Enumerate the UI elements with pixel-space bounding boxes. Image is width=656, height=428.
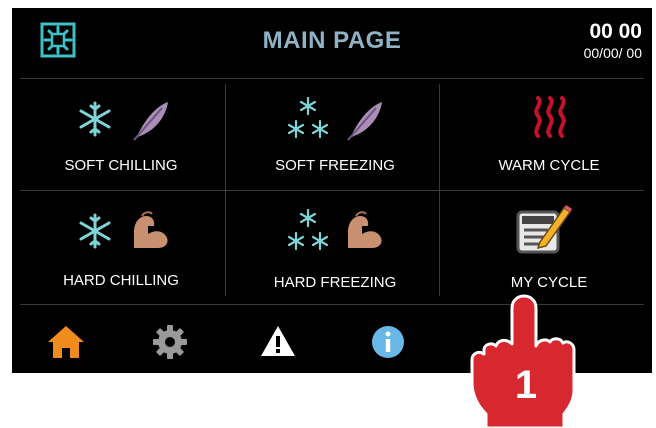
feather-icon [347, 102, 382, 141]
snowflake-icon [79, 213, 111, 249]
my-cycle-button[interactable]: MY CYCLE [444, 192, 654, 302]
feather-icon [133, 102, 168, 141]
clock-time: 00 00 [589, 20, 642, 43]
page-title: MAIN PAGE [262, 27, 402, 54]
warm-cycle-label: WARM CYCLE [498, 157, 600, 174]
alarms-button[interactable] [258, 322, 306, 362]
triple-snowflake-icon [287, 96, 329, 139]
settings-button[interactable] [150, 322, 198, 362]
soft-freezing-label: SOFT FREEZING [275, 157, 395, 174]
home-icon [48, 326, 84, 358]
clock-date: 00/00/ 00 [583, 45, 642, 61]
header-bar: MAIN PAGE 00 00 00/00/ 00 [12, 8, 652, 78]
settings-gear-icon [153, 325, 187, 359]
flexed-arm-icon [134, 211, 168, 248]
info-icon [372, 326, 404, 358]
hard-freezing-label: HARD FREEZING [273, 274, 397, 291]
info-button[interactable] [368, 322, 416, 362]
pointing-hand-icon: 1 [470, 294, 576, 428]
header-divider [20, 78, 644, 79]
soft-chilling-label: SOFT CHILLING [64, 157, 178, 174]
hard-chilling-button[interactable]: HARD CHILLING [16, 192, 226, 302]
snowflake-icon [79, 101, 111, 137]
hard-chilling-label: HARD CHILLING [63, 272, 179, 289]
row-divider [20, 190, 644, 191]
flexed-arm-icon [348, 211, 382, 248]
soft-freezing-button[interactable]: SOFT FREEZING [230, 80, 440, 190]
hard-freezing-button[interactable]: HARD FREEZING [230, 192, 440, 302]
heat-waves-icon [534, 96, 566, 138]
warning-icon [261, 326, 295, 356]
triple-snowflake-icon [287, 208, 329, 251]
home-button[interactable] [44, 322, 92, 362]
my-cycle-label: MY CYCLE [510, 274, 588, 291]
soft-chilling-button[interactable]: SOFT CHILLING [16, 80, 226, 190]
warm-cycle-button[interactable]: WARM CYCLE [444, 80, 654, 190]
step-number: 1 [515, 363, 537, 407]
notepad-pencil-icon [516, 205, 572, 254]
